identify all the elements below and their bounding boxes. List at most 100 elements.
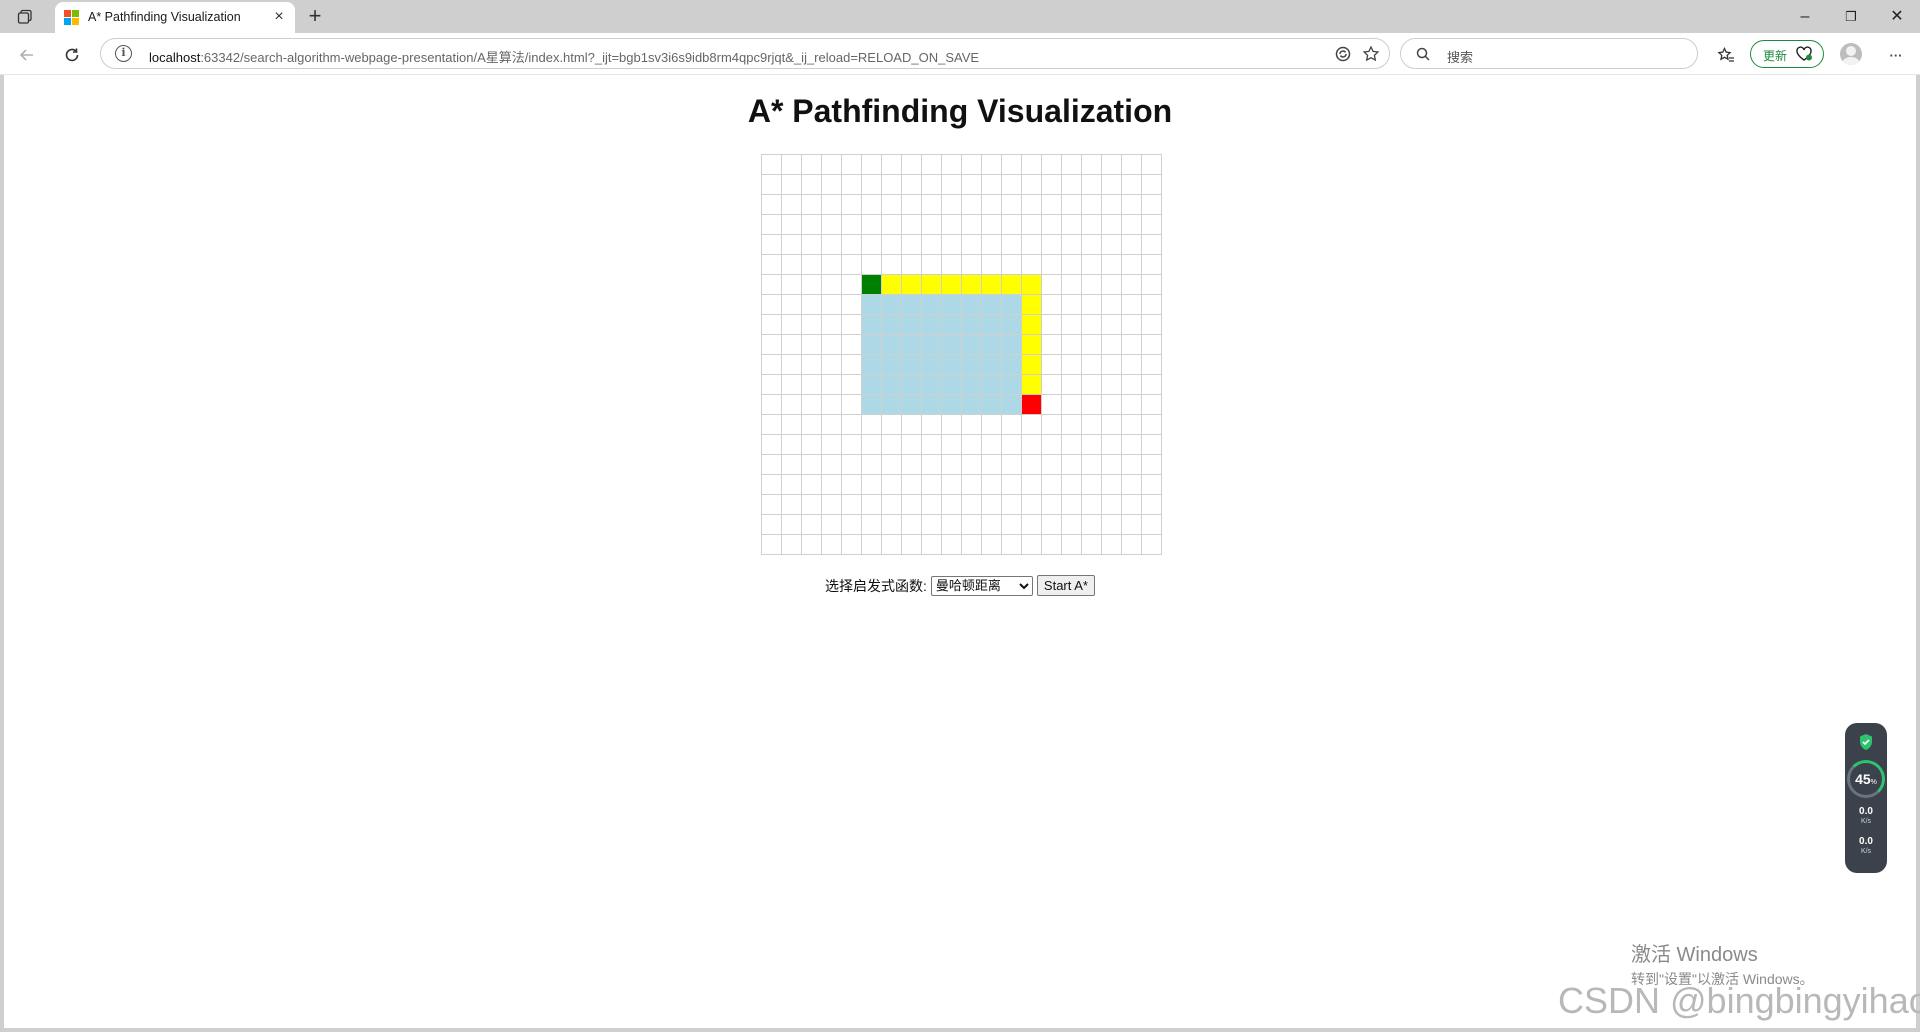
grid-cell-empty[interactable] [822, 315, 842, 335]
grid-cell-empty[interactable] [1002, 255, 1022, 275]
grid-cell-empty[interactable] [1082, 355, 1102, 375]
grid-cell-empty[interactable] [1082, 335, 1102, 355]
grid-cell-empty[interactable] [802, 515, 822, 535]
grid-cell-empty[interactable] [982, 455, 1002, 475]
grid-cell-empty[interactable] [782, 535, 802, 555]
grid-cell-empty[interactable] [1142, 295, 1162, 315]
grid-cell-empty[interactable] [862, 495, 882, 515]
grid-cell-empty[interactable] [1062, 395, 1082, 415]
grid-cell-empty[interactable] [1062, 315, 1082, 335]
grid-cell-empty[interactable] [1042, 475, 1062, 495]
grid-cell-empty[interactable] [1102, 475, 1122, 495]
grid-cell-empty[interactable] [822, 355, 842, 375]
grid-cell-wall[interactable] [882, 335, 902, 355]
grid-cell-empty[interactable] [1102, 395, 1122, 415]
grid-cell-path[interactable] [962, 275, 982, 295]
grid-cell-empty[interactable] [1142, 375, 1162, 395]
grid-cell-wall[interactable] [902, 355, 922, 375]
grid-cell-empty[interactable] [902, 515, 922, 535]
grid-cell-empty[interactable] [1102, 335, 1122, 355]
grid-cell-empty[interactable] [762, 215, 782, 235]
grid-cell-empty[interactable] [902, 435, 922, 455]
grid-cell-wall[interactable] [1002, 375, 1022, 395]
grid-cell-empty[interactable] [942, 255, 962, 275]
grid-cell-empty[interactable] [1042, 415, 1062, 435]
grid-cell-wall[interactable] [1002, 315, 1022, 335]
grid-cell-empty[interactable] [1062, 155, 1082, 175]
grid-cell-empty[interactable] [982, 155, 1002, 175]
grid-cell-wall[interactable] [902, 335, 922, 355]
grid-cell-wall[interactable] [962, 355, 982, 375]
grid-cell-empty[interactable] [922, 535, 942, 555]
grid-cell-empty[interactable] [942, 515, 962, 535]
grid-cell-empty[interactable] [922, 495, 942, 515]
grid-cell-empty[interactable] [822, 215, 842, 235]
grid-cell-empty[interactable] [1122, 275, 1142, 295]
grid-cell-empty[interactable] [882, 515, 902, 535]
grid-cell-empty[interactable] [842, 355, 862, 375]
grid-cell-empty[interactable] [762, 375, 782, 395]
grid-cell-empty[interactable] [1102, 515, 1122, 535]
grid-cell-empty[interactable] [822, 335, 842, 355]
grid-cell-empty[interactable] [822, 195, 842, 215]
grid-cell-empty[interactable] [1022, 215, 1042, 235]
grid-cell-empty[interactable] [842, 155, 862, 175]
grid-cell-empty[interactable] [1042, 495, 1062, 515]
grid-cell-empty[interactable] [1142, 355, 1162, 375]
grid-cell-empty[interactable] [782, 335, 802, 355]
grid-cell-empty[interactable] [802, 435, 822, 455]
grid-cell-empty[interactable] [1142, 535, 1162, 555]
grid-cell-empty[interactable] [1062, 435, 1082, 455]
grid-cell-wall[interactable] [962, 395, 982, 415]
grid-cell-empty[interactable] [822, 475, 842, 495]
grid-cell-empty[interactable] [1022, 475, 1042, 495]
grid-cell-wall[interactable] [882, 355, 902, 375]
browser-tab[interactable]: A* Pathfinding Visualization × [55, 2, 295, 33]
grid-cell-empty[interactable] [1042, 195, 1062, 215]
grid-cell-wall[interactable] [982, 395, 1002, 415]
grid-cell-empty[interactable] [842, 375, 862, 395]
grid-cell-wall[interactable] [982, 355, 1002, 375]
grid-cell-empty[interactable] [862, 475, 882, 495]
grid-cell-empty[interactable] [942, 155, 962, 175]
grid-cell-empty[interactable] [922, 435, 942, 455]
grid-cell-wall[interactable] [922, 395, 942, 415]
grid-cell-path[interactable] [942, 275, 962, 295]
grid-cell-empty[interactable] [802, 275, 822, 295]
grid-cell-empty[interactable] [1022, 235, 1042, 255]
grid-cell-wall[interactable] [962, 315, 982, 335]
grid-cell-empty[interactable] [1122, 535, 1142, 555]
grid-cell-empty[interactable] [1142, 315, 1162, 335]
grid-cell-empty[interactable] [782, 435, 802, 455]
grid-cell-wall[interactable] [882, 375, 902, 395]
grid-cell-empty[interactable] [802, 235, 822, 255]
grid-cell-empty[interactable] [802, 395, 822, 415]
back-icon[interactable] [13, 41, 41, 69]
grid-cell-empty[interactable] [1002, 235, 1022, 255]
more-menu-icon[interactable]: ··· [1882, 41, 1910, 69]
grid-cell-empty[interactable] [1062, 475, 1082, 495]
grid-cell-empty[interactable] [1122, 315, 1142, 335]
grid-cell-empty[interactable] [1042, 315, 1062, 335]
grid-cell-empty[interactable] [982, 215, 1002, 235]
grid-cell-empty[interactable] [862, 415, 882, 435]
grid-cell-empty[interactable] [922, 455, 942, 475]
grid-cell-empty[interactable] [1022, 495, 1042, 515]
grid-cell-empty[interactable] [762, 155, 782, 175]
grid-cell-empty[interactable] [1042, 515, 1062, 535]
grid-cell-empty[interactable] [762, 495, 782, 515]
grid-cell-empty[interactable] [802, 495, 822, 515]
grid-cell-empty[interactable] [1042, 355, 1062, 375]
grid-cell-empty[interactable] [1142, 455, 1162, 475]
grid-cell-empty[interactable] [842, 435, 862, 455]
grid-cell-empty[interactable] [1142, 395, 1162, 415]
grid-cell-empty[interactable] [982, 235, 1002, 255]
grid-cell-empty[interactable] [1122, 215, 1142, 235]
grid-cell-wall[interactable] [942, 335, 962, 355]
grid-cell-empty[interactable] [762, 535, 782, 555]
grid-cell-wall[interactable] [962, 335, 982, 355]
grid-cell-empty[interactable] [782, 375, 802, 395]
grid-cell-empty[interactable] [762, 455, 782, 475]
grid-cell-empty[interactable] [962, 475, 982, 495]
grid-cell-empty[interactable] [962, 535, 982, 555]
